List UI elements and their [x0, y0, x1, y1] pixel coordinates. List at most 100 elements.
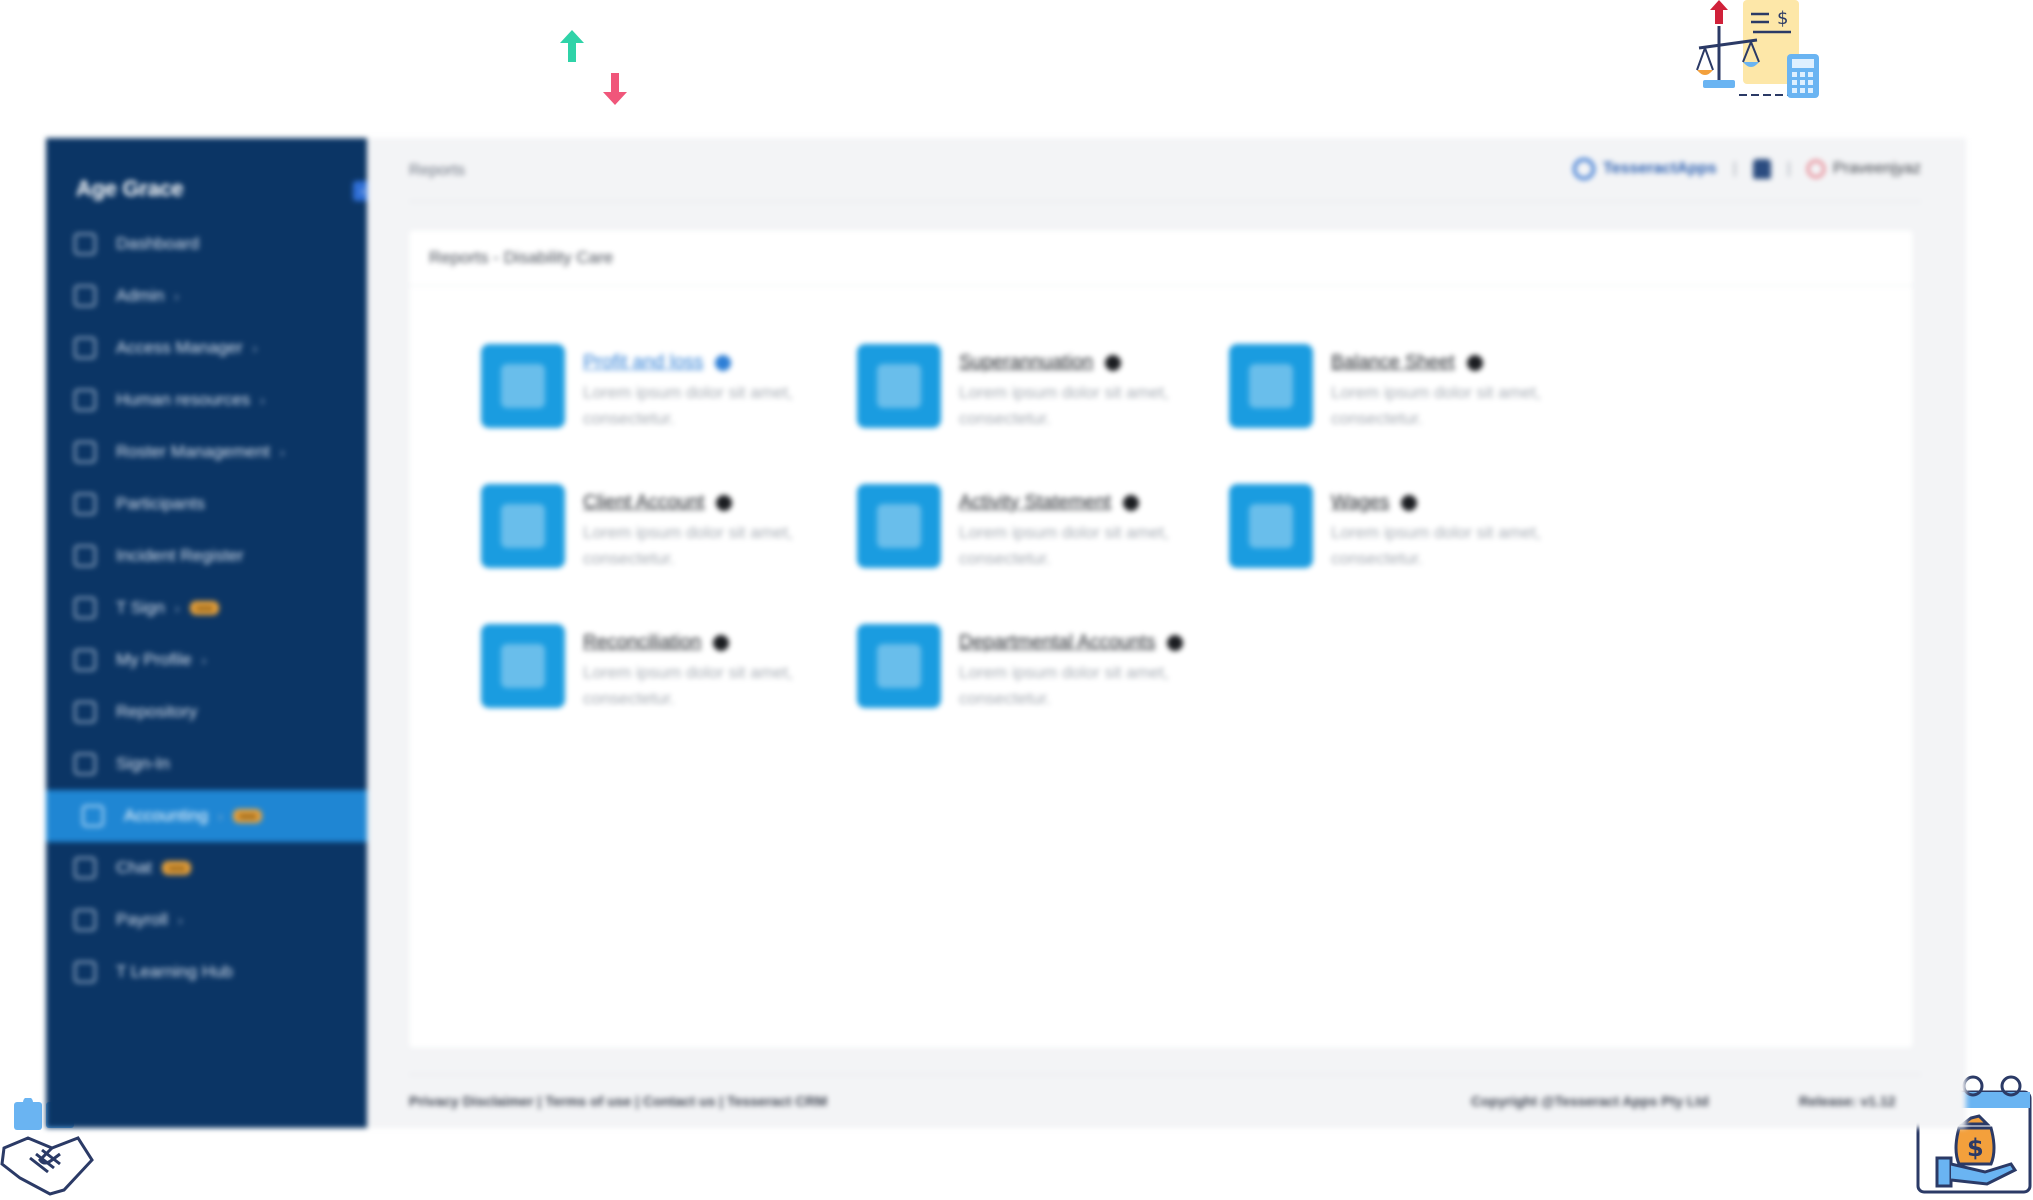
report-tile[interactable]: Client Account Lorem ipsum dolor sit amet…: [481, 484, 843, 572]
sidebar-item-label: T Learning Hub: [116, 962, 233, 981]
sidebar-item-chat[interactable]: Chat new: [46, 842, 367, 894]
chat-icon: [74, 857, 96, 879]
alert-icon: [74, 545, 96, 567]
sidebar-menu: Dashboard Admin › Access Manager › Human reso…: [46, 218, 367, 998]
info-dot-icon[interactable]: [1401, 495, 1418, 511]
folder-icon: [74, 389, 96, 411]
report-description: Lorem ipsum dolor sit amet, consectetur.: [1331, 383, 1541, 428]
sidebar-item-incident-register[interactable]: Incident Register: [46, 530, 367, 582]
statement-icon[interactable]: [857, 484, 941, 568]
sidebar-item-label: Participants: [116, 494, 205, 513]
sidebar-item-label: My Profile: [116, 650, 192, 669]
notification-icon[interactable]: [1752, 159, 1771, 179]
sidebar-item-label: Incident Register: [116, 546, 244, 565]
org-name[interactable]: TesseractApps: [1603, 160, 1717, 178]
sidebar-item-repository[interactable]: Repository: [46, 686, 367, 738]
report-title: Wages: [1331, 492, 1390, 513]
chevron-right-icon: ›: [201, 652, 207, 668]
report-title-link[interactable]: Balance Sheet: [1331, 352, 1483, 374]
brand-name: Age Grace: [76, 176, 184, 201]
thermometer-chart-icon[interactable]: [481, 344, 565, 428]
info-dot-icon[interactable]: [1167, 635, 1184, 651]
sidebar-item-label: T Sign: [116, 598, 165, 617]
footer: Privacy Disclaimer | Terms of use | Cont…: [409, 1074, 1921, 1109]
svg-text:$: $: [1967, 1134, 1984, 1162]
info-dot-icon[interactable]: [1123, 495, 1140, 511]
chevron-right-icon: ›: [218, 808, 223, 824]
sidebar-item-label: Dashboard: [116, 234, 200, 253]
sidebar-item-label: Admin: [116, 286, 165, 305]
report-title: Reconciliation: [583, 632, 702, 653]
report-title: Client Account: [583, 492, 705, 513]
sidebar-item-label: Roster Management: [116, 442, 271, 461]
new-badge: new: [161, 861, 192, 875]
sidebar-item-accounting[interactable]: Accounting › new: [46, 790, 367, 842]
sidebar-item-my-profile[interactable]: My Profile ›: [46, 634, 367, 686]
report-tile[interactable]: Reconciliation Lorem ipsum dolor sit amet…: [481, 624, 843, 712]
sidebar-item-admin[interactable]: Admin ›: [46, 270, 367, 322]
report-title-link[interactable]: Departmental Accounts: [959, 632, 1184, 654]
department-chart-icon[interactable]: [857, 624, 941, 708]
book-icon: [74, 961, 96, 983]
report-title: Superannuation: [959, 352, 1094, 373]
report-title-link[interactable]: Superannuation: [959, 352, 1122, 374]
report-title: Balance Sheet: [1331, 352, 1455, 373]
sidebar-item-access-manager[interactable]: Access Manager ›: [46, 322, 367, 374]
sidebar-item-sign-in[interactable]: Sign-In: [46, 738, 367, 790]
wages-icon[interactable]: [1229, 484, 1313, 568]
sidebar-item-payroll[interactable]: Payroll ›: [46, 894, 367, 946]
sidebar-item-t-sign[interactable]: T Sign › new: [46, 582, 367, 634]
sidebar-item-label: Sign-In: [116, 754, 170, 773]
report-tile[interactable]: Balance Sheet Lorem ipsum dolor sit amet,…: [1229, 344, 1591, 432]
report-description: Lorem ipsum dolor sit amet, consectetur.: [1331, 523, 1541, 568]
sidebar-item-human-resources[interactable]: Human resources ›: [46, 374, 367, 426]
sidebar-item-label: Repository: [116, 702, 198, 721]
breadcrumb[interactable]: Reports: [409, 162, 465, 180]
release-version: Release: v1.12: [1799, 1093, 1896, 1109]
users-icon: [74, 493, 96, 515]
report-tile[interactable]: Superannuation Lorem ipsum dolor sit amet…: [857, 344, 1219, 432]
sidebar-item-label: Human resources: [116, 390, 251, 409]
reconcile-icon[interactable]: [481, 624, 565, 708]
report-tile[interactable]: Departmental Accounts Lorem ipsum dolor s…: [857, 624, 1219, 712]
new-badge: new: [189, 601, 220, 615]
power-icon[interactable]: [1806, 160, 1825, 178]
footer-links[interactable]: Privacy Disclaimer | Terms of use | Cont…: [409, 1093, 827, 1109]
reports-card: Reports - Disability Care Profit and los…: [409, 230, 1913, 1048]
main-content: Reports TesseractApps | | Praveenjyaz Re…: [367, 138, 1966, 1128]
report-title-link[interactable]: Activity Statement: [959, 492, 1140, 514]
topbar-actions: TesseractApps | | Praveenjyaz: [1573, 158, 1921, 180]
report-tile[interactable]: Activity Statement Lorem ipsum dolor sit …: [857, 484, 1219, 572]
sidebar-item-participants[interactable]: Participants: [46, 478, 367, 530]
user-name[interactable]: Praveenjyaz: [1833, 160, 1921, 178]
info-dot-icon[interactable]: [1105, 355, 1122, 371]
report-title-link[interactable]: Client Account: [583, 492, 733, 514]
report-title-link[interactable]: Reconciliation: [583, 632, 730, 654]
info-dot-icon[interactable]: [1466, 355, 1483, 371]
chevron-right-icon: ›: [177, 912, 183, 928]
topbar: Reports TesseractApps | | Praveenjyaz: [409, 138, 1921, 202]
report-title: Activity Statement: [959, 492, 1112, 513]
report-title-link[interactable]: Wages: [1331, 492, 1418, 514]
org-logo-icon: [1573, 158, 1596, 180]
piggy-bank-icon[interactable]: [857, 344, 941, 428]
sidebar-item-label: Access Manager: [116, 338, 243, 357]
shield-icon: [74, 285, 96, 307]
sidebar-item-t-learning-hub[interactable]: T Learning Hub: [46, 946, 367, 998]
info-dot-icon[interactable]: [713, 635, 730, 651]
chevron-right-icon: ›: [174, 288, 179, 304]
separator: |: [1786, 160, 1791, 177]
info-dot-icon[interactable]: [716, 495, 733, 511]
report-description: Lorem ipsum dolor sit amet, consectetur.: [959, 523, 1169, 568]
report-title-link[interactable]: Profit and loss: [583, 352, 732, 374]
sidebar-item-dashboard[interactable]: Dashboard: [46, 218, 367, 270]
client-card-icon[interactable]: [481, 484, 565, 568]
report-tile[interactable]: Profit and loss Lorem ipsum dolor sit ame…: [481, 344, 843, 432]
balance-sheet-icon[interactable]: [1229, 344, 1313, 428]
chevron-right-icon: ›: [260, 392, 265, 408]
report-tile[interactable]: Wages Lorem ipsum dolor sit amet, consect…: [1229, 484, 1591, 572]
sidebar-item-roster-management[interactable]: Roster Management ›: [46, 426, 367, 478]
info-dot-icon[interactable]: [715, 355, 732, 371]
wallet-icon: [74, 909, 96, 931]
report-description: Lorem ipsum dolor sit amet, consectetur.: [583, 383, 793, 428]
